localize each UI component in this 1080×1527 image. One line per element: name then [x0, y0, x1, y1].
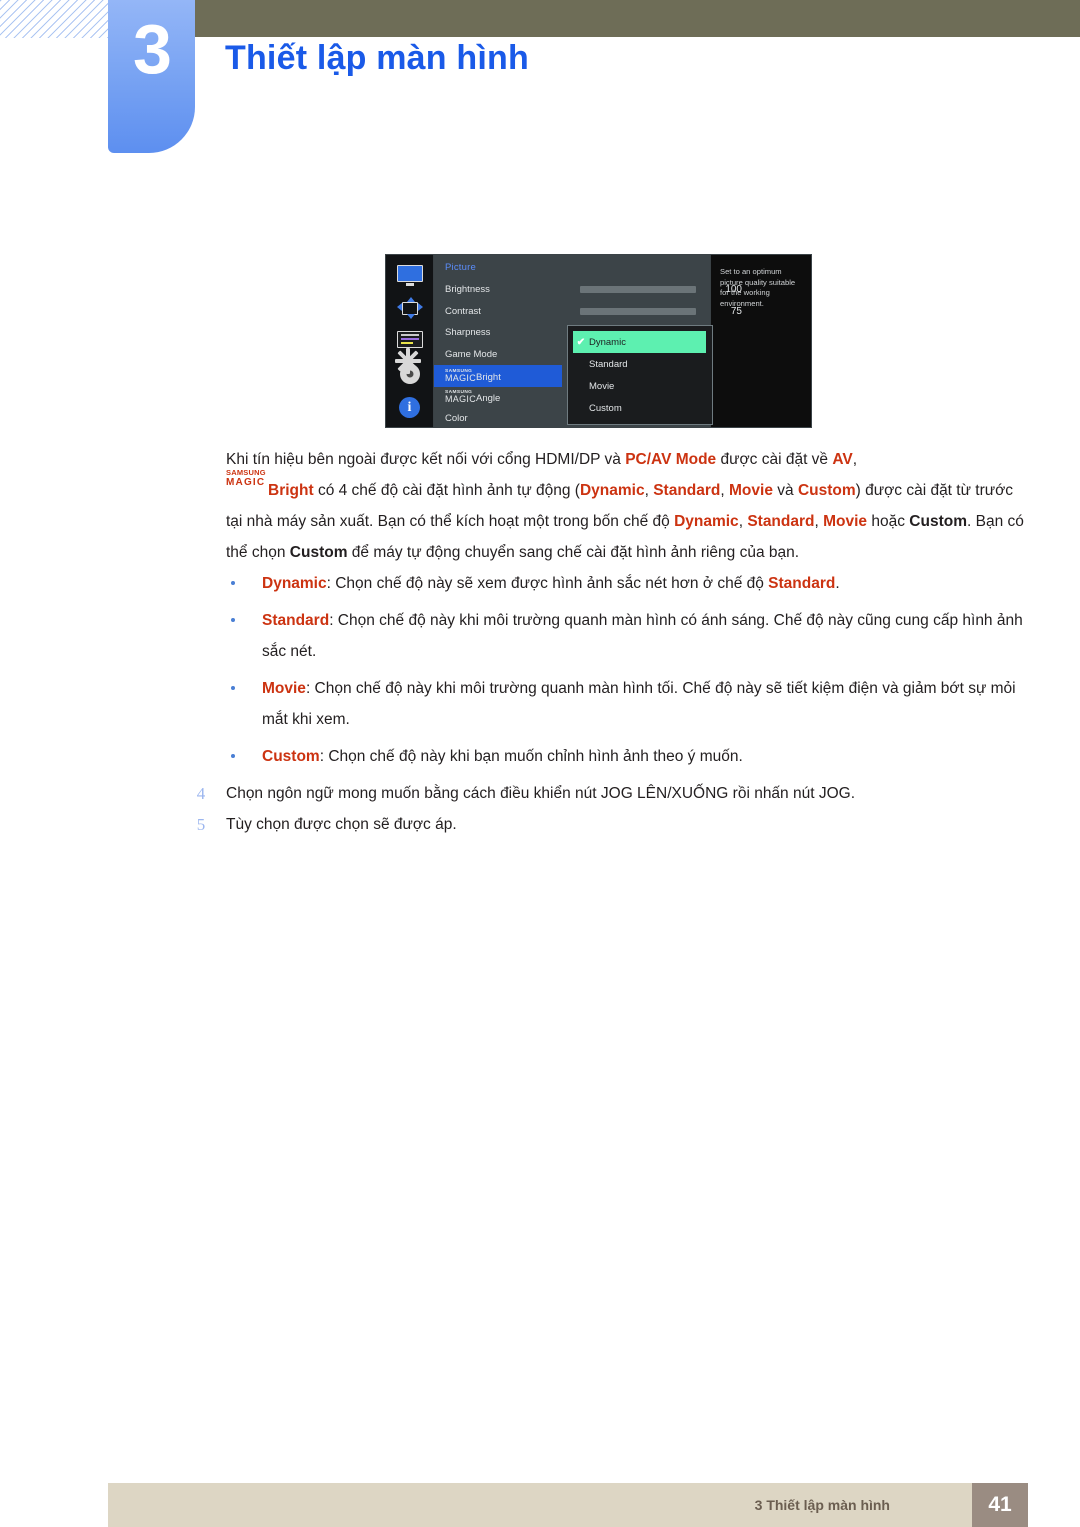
osd-icon[interactable] [396, 330, 423, 351]
dropdown-item-movie[interactable]: ✔ Movie [568, 375, 712, 397]
contrast-slider[interactable] [580, 307, 696, 315]
bullet-dot-icon [231, 581, 235, 585]
text-fragment: , [720, 482, 730, 499]
bullet-term: Dynamic [262, 575, 327, 592]
term-custom: Custom [909, 513, 967, 530]
bullet-term: Custom [262, 748, 320, 765]
term-movie: Movie [823, 513, 868, 530]
dropdown-label: Standard [589, 358, 628, 370]
text-fragment: có 4 chế độ cài đặt hình ảnh tự động ( [313, 482, 580, 499]
header-olive-bar [195, 0, 1080, 37]
term-dynamic: Dynamic [579, 482, 645, 499]
bullet-dot-icon [231, 618, 235, 622]
samsung-magic-logo-inline: SAMSUNG MAGIC [226, 467, 266, 488]
osd-label-contrast: Contrast [445, 305, 481, 317]
bullet-text: : Chọn chế độ này sẽ xem được hình ảnh s… [326, 575, 769, 592]
screen-adjust-icon[interactable] [396, 297, 423, 320]
step-text: Chọn ngôn ngữ mong muốn bằng cách điều k… [226, 785, 856, 802]
text-fragment: và [772, 482, 798, 499]
picture-icon[interactable] [396, 265, 423, 287]
information-icon[interactable]: i [397, 396, 423, 418]
term-custom: Custom [289, 544, 348, 561]
list-item: Custom: Chọn chế độ này khi bạn muốn chỉ… [231, 741, 1032, 778]
osd-row-contrast[interactable]: Contrast 75 [445, 301, 742, 323]
text-fragment: Khi tín hiệu bên ngoài được kết nối với … [226, 451, 626, 468]
text-fragment: , [814, 513, 824, 530]
page-footer: 3 Thiết lập màn hình 41 [0, 1483, 1080, 1527]
page-content: Khi tín hiệu bên ngoài được kết nối với … [0, 444, 1080, 840]
osd-label-brightness: Brightness [445, 284, 490, 296]
osd-main-panel: Picture Brightness 100 Contrast 75 Sharp… [434, 255, 742, 427]
magicbright-dropdown[interactable]: ✔ Dynamic ✔ Standard ✔ Movie ✔ Custom [567, 325, 713, 425]
dropdown-label: Movie [589, 380, 615, 392]
contrast-value: 75 [730, 305, 742, 317]
term-standard: Standard [653, 482, 721, 499]
brightness-slider[interactable] [580, 286, 696, 294]
osd-row-brightness[interactable]: Brightness 100 [445, 279, 742, 301]
osd-label-game-mode: Game Mode [445, 348, 498, 360]
osd-row-magicbright[interactable]: SAMSUNG MAGIC Bright [434, 365, 562, 387]
term-magicbright: Bright [268, 482, 314, 499]
dropdown-label: Dynamic [589, 336, 626, 348]
term-movie: Movie [729, 482, 773, 499]
osd-label-magicangle: Angle [476, 393, 501, 405]
list-item: 5 Tùy chọn được chọn sẽ được áp. [197, 809, 1032, 840]
mode-bullet-list: Dynamic: Chọn chế độ này sẽ xem được hìn… [0, 568, 1080, 778]
osd-label-color: Color [445, 413, 468, 425]
list-item: Movie: Chọn chế độ này khi môi trường qu… [231, 673, 1032, 741]
dropdown-item-custom[interactable]: ✔ Custom [568, 397, 712, 419]
term-dynamic: Dynamic [674, 513, 739, 530]
decorative-hatch-pattern [0, 0, 108, 38]
osd-description-panel: Set to an optimum picture quality suitab… [710, 255, 811, 427]
osd-menu-screenshot: i Picture Brightness 100 Contrast 75 Sha… [385, 254, 812, 428]
text-fragment: , [644, 482, 654, 499]
text-fragment: để máy tự động chuyển sang chế cài đặt h… [347, 544, 800, 561]
brightness-value: 100 [725, 284, 742, 296]
bullet-text: : Chọn chế độ này khi bạn muốn chỉnh hìn… [319, 748, 743, 765]
dropdown-label: Custom [589, 402, 622, 414]
bullet-dot-icon [231, 754, 235, 758]
system-gear-icon[interactable] [394, 347, 423, 384]
bullet-text-after: . [835, 575, 840, 592]
osd-label-magicbright: Bright [476, 371, 501, 383]
osd-sidebar: i [386, 255, 434, 427]
osd-label-sharpness: Sharpness [445, 327, 491, 339]
bullet-term-2: Standard [768, 575, 836, 592]
page-number-badge: 41 [972, 1483, 1028, 1527]
step-number: 5 [196, 815, 206, 834]
dropdown-item-dynamic[interactable]: ✔ Dynamic [573, 331, 706, 353]
samsung-magic-logo: SAMSUNG MAGIC [445, 390, 477, 405]
bullet-term: Movie [262, 680, 306, 697]
intro-paragraph: Khi tín hiệu bên ngoài được kết nối với … [226, 444, 1032, 568]
footer-chapter-label: 3 Thiết lập màn hình [754, 1497, 890, 1513]
term-av: AV [832, 451, 853, 468]
numbered-steps: 4 Chọn ngôn ngữ mong muốn bằng cách điều … [0, 778, 1080, 840]
bullet-text: : Chọn chế độ này khi môi trường quanh m… [262, 612, 1023, 660]
list-item: 4 Chọn ngôn ngữ mong muốn bằng cách điều … [197, 778, 1032, 809]
step-number: 4 [196, 784, 206, 803]
samsung-magic-logo: SAMSUNG MAGIC [445, 368, 477, 383]
list-item: Dynamic: Chọn chế độ này sẽ xem được hìn… [231, 568, 1032, 605]
bullet-term: Standard [262, 612, 330, 629]
bullet-dot-icon [231, 686, 235, 690]
text-fragment: hoặc [867, 513, 910, 530]
text-fragment: được cài đặt về [716, 451, 833, 468]
text-fragment: , [852, 451, 858, 468]
dropdown-item-standard[interactable]: ✔ Standard [568, 353, 712, 375]
term-custom: Custom [797, 482, 856, 499]
term-pc-av-mode: PC/AV Mode [625, 451, 717, 468]
chapter-number: 3 [133, 10, 172, 88]
page-title: Thiết lập màn hình [225, 39, 529, 77]
term-standard: Standard [747, 513, 815, 530]
osd-section-heading: Picture [445, 262, 476, 273]
list-item: Standard: Chọn chế độ này khi môi trường… [231, 605, 1032, 673]
checkmark-icon: ✔ [576, 336, 586, 348]
bullet-text: : Chọn chế độ này khi môi trường quanh m… [262, 680, 1016, 728]
step-text: Tùy chọn được chọn sẽ được áp. [226, 816, 457, 833]
